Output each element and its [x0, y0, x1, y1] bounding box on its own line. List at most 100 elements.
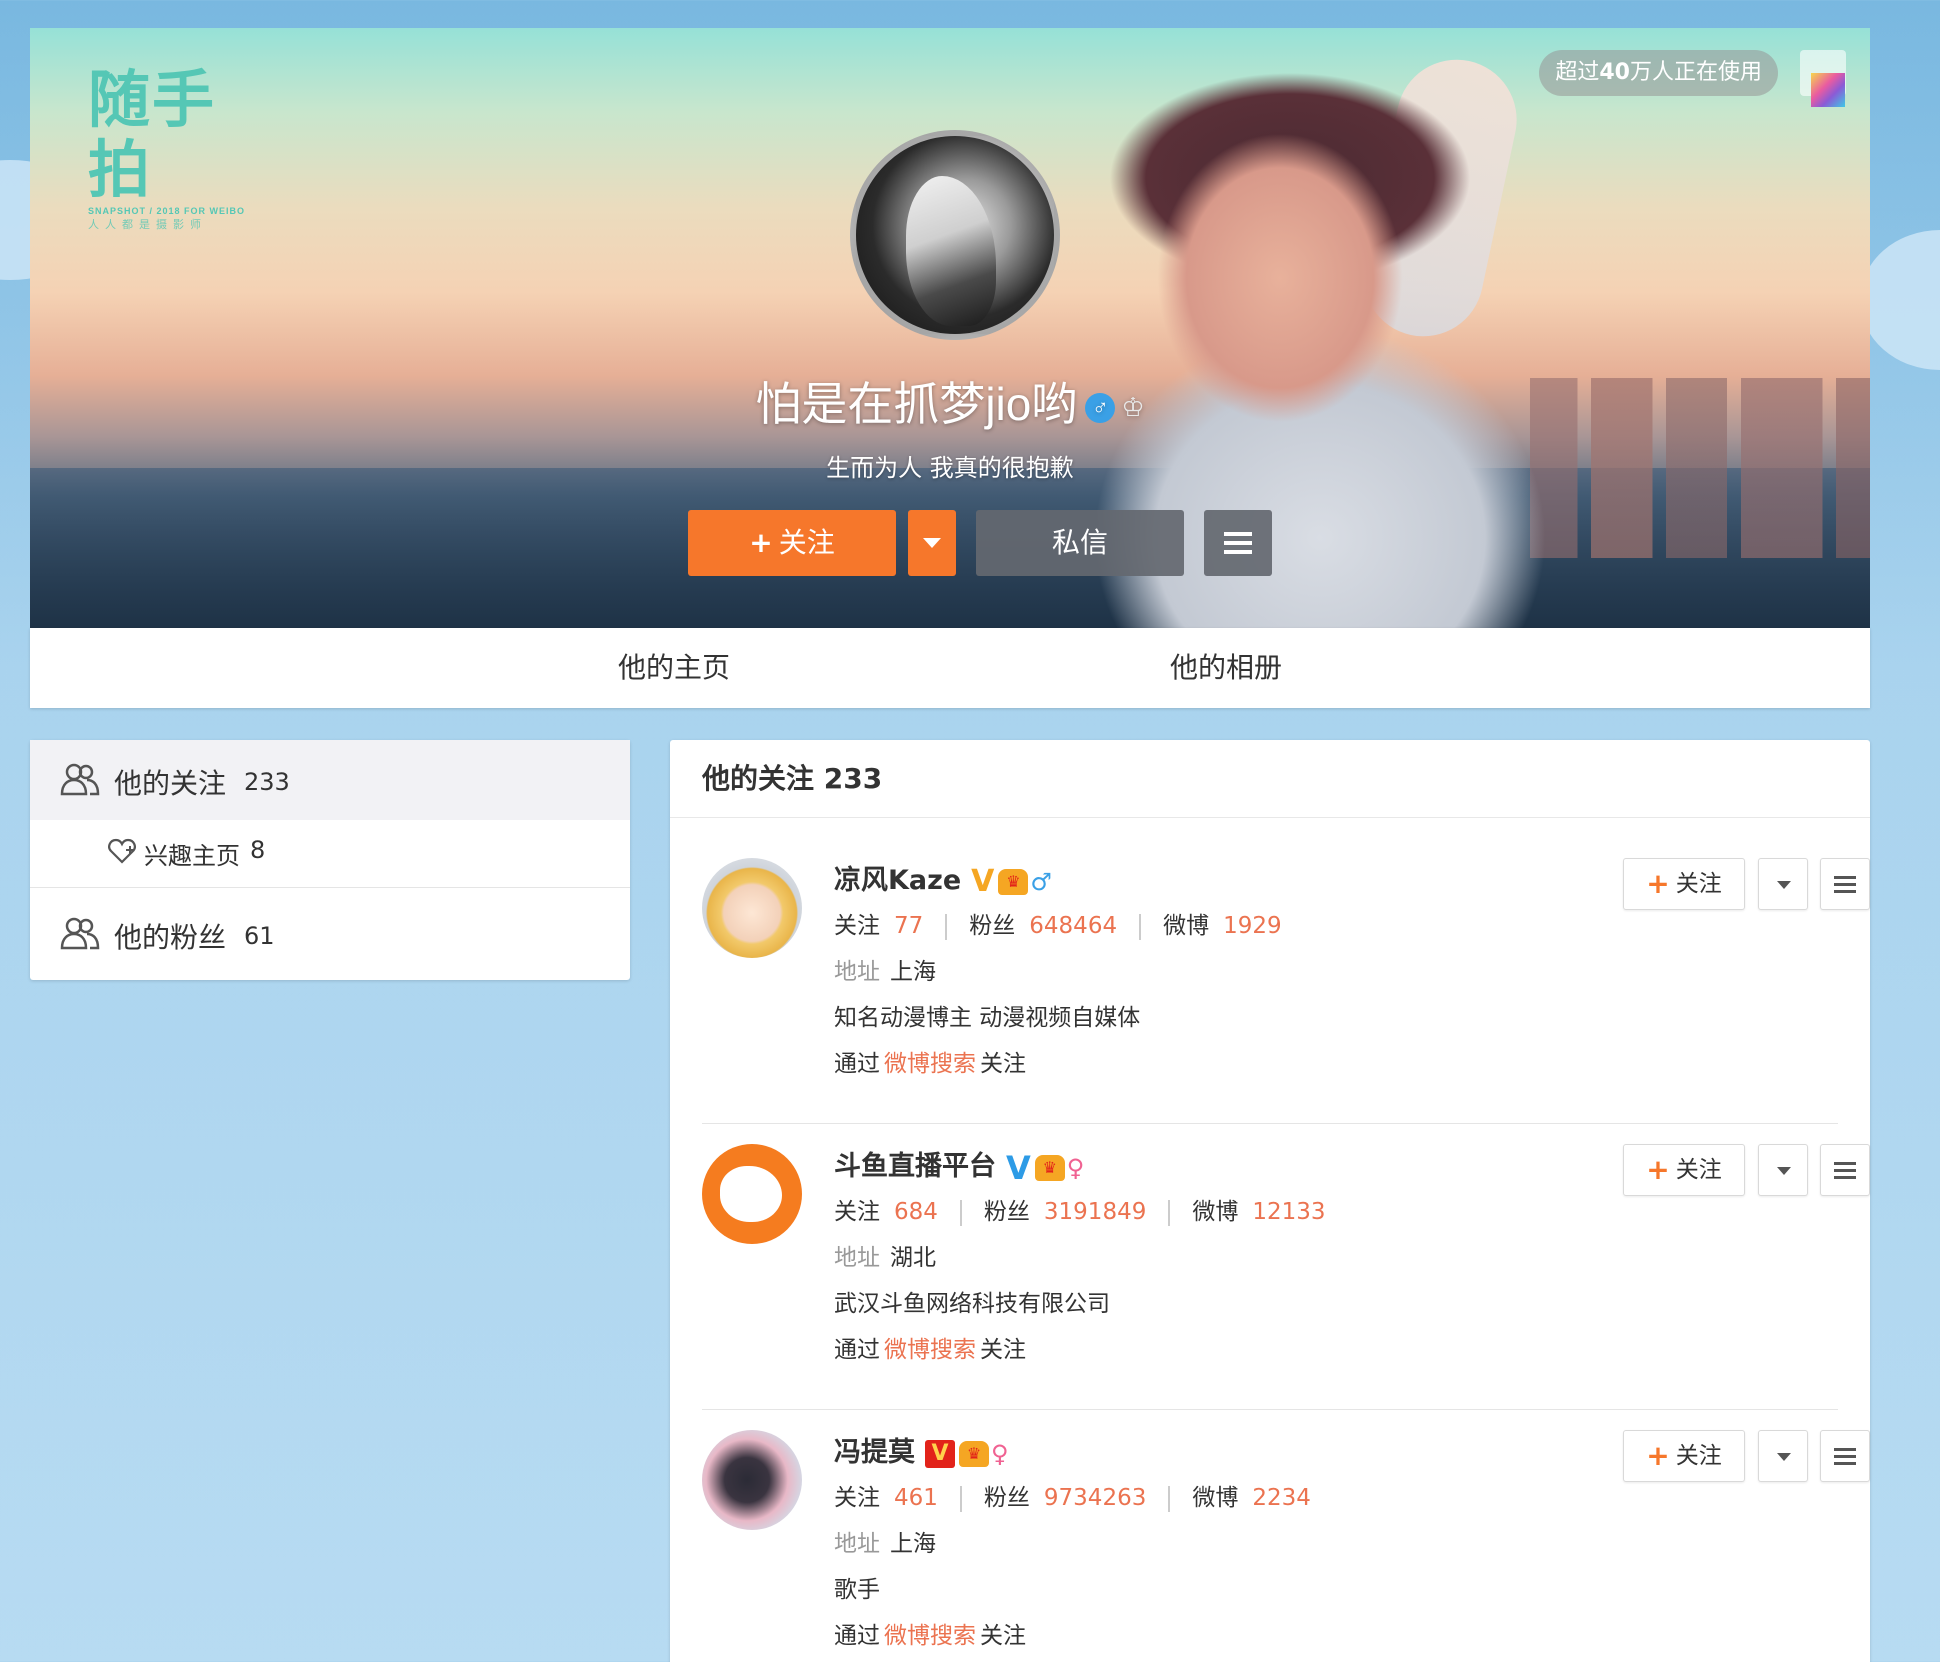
verified-red-icon[interactable]: V: [925, 1439, 955, 1468]
user-name-row: 冯提莫 V ♛ ♀: [834, 1430, 1009, 1469]
list-item: 凉风Kaze V ♛ ♂ 关注 77 粉丝 648464 微博 1929 地址 上海 知名动漫博主…: [702, 838, 1870, 1124]
crown-icon[interactable]: ♔: [1121, 392, 1144, 423]
hamburger-icon: [1224, 532, 1252, 554]
sidebar-item-followers[interactable]: 他的粉丝 61: [30, 888, 630, 980]
via-link[interactable]: 微博搜索: [884, 1623, 976, 1649]
follow-button-label: 关注: [1675, 1443, 1722, 1469]
verified-blue-icon[interactable]: V: [1006, 1149, 1031, 1187]
via-link[interactable]: 微博搜索: [884, 1051, 976, 1077]
follow-dropdown-button[interactable]: [908, 510, 956, 576]
plus-icon: +: [1646, 867, 1670, 900]
usage-number: 40: [1599, 60, 1630, 85]
plus-icon: +: [749, 526, 773, 559]
stat-weibo-count[interactable]: 12133: [1252, 1199, 1325, 1225]
users-icon: [60, 763, 100, 796]
followers-label: 他的粉丝: [114, 921, 227, 954]
sidebar-item-following[interactable]: 他的关注 233: [30, 740, 630, 820]
stat-following-count[interactable]: 684: [894, 1199, 938, 1225]
stat-weibo-count[interactable]: 2234: [1252, 1485, 1311, 1511]
stat-following-count[interactable]: 461: [894, 1485, 938, 1511]
stat-weibo-count[interactable]: 1929: [1223, 913, 1282, 939]
stat-weibo-label: 微博: [1192, 1199, 1239, 1225]
avatar[interactable]: [702, 1144, 802, 1244]
user-menu-button[interactable]: [1820, 858, 1870, 910]
follow-button[interactable]: + 关注: [1623, 1144, 1745, 1196]
stat-fans-count[interactable]: 9734263: [1044, 1485, 1146, 1511]
address-value: 湖北: [890, 1245, 936, 1271]
usage-prefix: 超过: [1555, 60, 1600, 85]
vip-crown-icon[interactable]: ♛: [959, 1440, 989, 1467]
tab-album[interactable]: 他的相册: [1170, 628, 1282, 708]
follow-button[interactable]: + 关注: [1623, 858, 1745, 910]
chevron-down-icon: [1777, 1167, 1791, 1175]
follow-button[interactable]: + 关注: [1623, 1430, 1745, 1482]
via-suffix: 关注: [980, 1051, 1026, 1077]
via-link[interactable]: 微博搜索: [884, 1337, 976, 1363]
relations-sidebar: 他的关注 233 兴趣主页 8 他的粉丝 61: [30, 740, 630, 980]
plus-icon: +: [1646, 1153, 1670, 1186]
stat-divider: [945, 913, 948, 940]
interest-count: 8: [250, 836, 266, 864]
profile-bio: 生而为人 我真的很抱歉: [826, 454, 1074, 482]
user-menu-button[interactable]: [1820, 1144, 1870, 1196]
follow-dropdown-button[interactable]: [1758, 1430, 1808, 1482]
user-name[interactable]: 凉风Kaze: [834, 865, 961, 896]
verified-gold-icon[interactable]: V: [971, 864, 994, 899]
sidebar-item-interest[interactable]: 兴趣主页 8: [30, 820, 630, 888]
stat-fans-label: 粉丝: [983, 1485, 1030, 1511]
via-prefix: 通过: [834, 1623, 880, 1649]
following-list-panel: 他的关注 233 凉风Kaze V ♛ ♂ 关注 77 粉丝 648464 微博 1929 地址…: [670, 740, 1870, 1662]
user-description: 武汉斗鱼网络科技有限公司: [834, 1291, 1110, 1317]
user-address: 地址 湖北: [834, 1238, 936, 1272]
address-label: 地址: [834, 1245, 880, 1271]
message-button[interactable]: 私信: [976, 510, 1184, 576]
vip-crown-icon[interactable]: ♛: [1034, 1154, 1065, 1181]
stat-divider: [1139, 913, 1142, 940]
follow-dropdown-button[interactable]: [1758, 858, 1808, 910]
stat-fans-label: 粉丝: [983, 1199, 1030, 1225]
follow-source: 通过 微博搜索 关注: [834, 1330, 1026, 1364]
profile-avatar[interactable]: [850, 130, 1060, 340]
color-palette-icon[interactable]: [1800, 50, 1846, 107]
stat-weibo-label: 微博: [1192, 1485, 1239, 1511]
chevron-down-icon: [923, 538, 941, 548]
stat-divider: [1168, 1199, 1171, 1226]
address-label: 地址: [834, 1531, 880, 1557]
chevron-down-icon: [1777, 1453, 1791, 1461]
more-menu-button[interactable]: [1204, 510, 1272, 576]
avatar[interactable]: [702, 858, 802, 958]
male-gender-icon: ♂: [1085, 392, 1116, 423]
stat-fans-count[interactable]: 648464: [1029, 913, 1117, 939]
tab-home[interactable]: 他的主页: [618, 628, 730, 708]
address-label: 地址: [834, 959, 880, 985]
list-item: 斗鱼直播平台 V ♛ ♀ 关注 684 粉丝 3191849 微博 12133 地址 湖北 武汉斗…: [702, 1124, 1870, 1410]
stat-following-label: 关注: [834, 1485, 880, 1511]
avatar[interactable]: [702, 1430, 802, 1530]
usage-count-badge[interactable]: 超过40万人正在使用: [1539, 50, 1778, 96]
follow-button-label: 关注: [778, 526, 835, 559]
user-stats: 关注 77 粉丝 648464 微博 1929: [834, 906, 1282, 940]
via-prefix: 通过: [834, 1337, 880, 1363]
profile-name-row: 怕是在抓梦jio哟 ♂ ♔: [30, 368, 1870, 434]
male-gender-icon: ♂: [1030, 867, 1052, 896]
following-count: 233: [244, 768, 290, 796]
follow-button[interactable]: + 关注: [688, 510, 896, 576]
stat-divider: [1168, 1485, 1171, 1512]
followers-count: 61: [244, 922, 275, 950]
user-stats: 关注 461 粉丝 9734263 微博 2234: [834, 1478, 1311, 1512]
stat-fans-count[interactable]: 3191849: [1044, 1199, 1146, 1225]
usage-suffix: 万人正在使用: [1629, 60, 1762, 85]
logo-slogan-text: 人人都是摄影师: [88, 219, 207, 231]
stat-divider: [959, 1199, 962, 1226]
user-name[interactable]: 冯提莫: [834, 1437, 915, 1468]
user-address: 地址 上海: [834, 952, 936, 986]
follow-dropdown-button[interactable]: [1758, 1144, 1808, 1196]
heart-icon: [108, 838, 136, 864]
user-menu-button[interactable]: [1820, 1430, 1870, 1482]
vip-crown-icon[interactable]: ♛: [998, 868, 1029, 895]
list-item: 冯提莫 V ♛ ♀ 关注 461 粉丝 9734263 微博 2234 地址 上海 歌手 通过 微博…: [702, 1410, 1870, 1662]
user-name[interactable]: 斗鱼直播平台: [834, 1151, 996, 1182]
stat-following-count[interactable]: 77: [894, 913, 923, 939]
following-list-title: 他的关注 233: [670, 740, 1870, 818]
profile-name: 怕是在抓梦jio哟: [755, 378, 1078, 430]
